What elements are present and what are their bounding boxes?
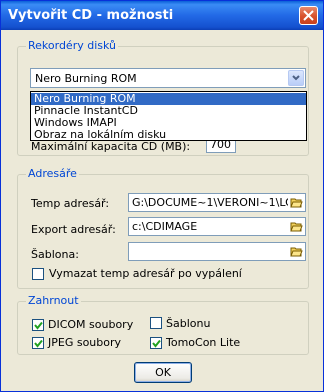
template-input[interactable] — [128, 242, 306, 261]
max-capacity-label: Maximální kapacita CD (MB): — [31, 140, 191, 153]
dropdown-button[interactable] — [288, 70, 304, 86]
tomocon-checkbox[interactable] — [150, 337, 162, 349]
delete-temp-label[interactable]: Vymazat temp adresář po vypálení — [49, 267, 242, 280]
dialog-window: Vytvořit CD - možnosti Rekordéry disků M… — [0, 0, 324, 392]
delete-temp-checkbox[interactable] — [32, 268, 44, 280]
template-include-checkbox[interactable] — [150, 317, 162, 329]
dropdown-option-label: Obraz na lokálním disku — [34, 128, 167, 141]
folder-browse-icon[interactable] — [290, 220, 303, 233]
temp-folder-label: Temp adresář: — [31, 197, 110, 210]
export-folder-label: Export adresář: — [31, 223, 116, 236]
close-button[interactable] — [299, 6, 318, 25]
title-bar[interactable]: Vytvořit CD - možnosti — [1, 1, 323, 30]
recorder-selected-value: Nero Burning ROM — [35, 72, 137, 85]
template-label: Šablona: — [31, 248, 79, 261]
recorder-select[interactable]: Nero Burning ROM — [30, 68, 306, 88]
dropdown-option-local-image[interactable]: Obraz na lokálním disku — [31, 128, 306, 141]
recorders-legend: Rekordéry disků — [26, 39, 119, 52]
folder-browse-icon[interactable] — [290, 245, 303, 258]
checkmark-icon — [152, 339, 161, 348]
jpeg-label[interactable]: JPEG soubory — [48, 336, 121, 349]
ok-button-label: OK — [155, 366, 171, 379]
temp-folder-input[interactable]: G:\DOCUME~1\VERONI~1\LO — [128, 193, 306, 212]
include-legend: Zahrnout — [26, 294, 81, 307]
folder-browse-icon[interactable] — [290, 196, 303, 209]
ok-button[interactable]: OK — [134, 362, 192, 383]
export-folder-input[interactable]: c:\CDIMAGE — [128, 217, 306, 236]
recorder-dropdown-list: Nero Burning ROM Pinnacle InstantCD Wind… — [30, 91, 307, 141]
tomocon-label[interactable]: TomoCon Lite — [166, 336, 240, 349]
template-include-label[interactable]: Šablonu — [166, 317, 210, 330]
temp-folder-value: G:\DOCUME~1\VERONI~1\LO — [132, 196, 288, 209]
chevron-down-icon — [292, 75, 300, 81]
dicom-checkbox[interactable] — [32, 319, 44, 331]
checkmark-icon — [34, 321, 43, 330]
export-folder-value: c:\CDIMAGE — [132, 220, 198, 233]
checkmark-icon — [34, 339, 43, 348]
folders-legend: Adresáře — [26, 167, 79, 180]
jpeg-checkbox[interactable] — [32, 337, 44, 349]
close-icon — [303, 10, 314, 21]
window-title: Vytvořit CD - možnosti — [8, 8, 174, 23]
dicom-label[interactable]: DICOM soubory — [48, 318, 133, 331]
